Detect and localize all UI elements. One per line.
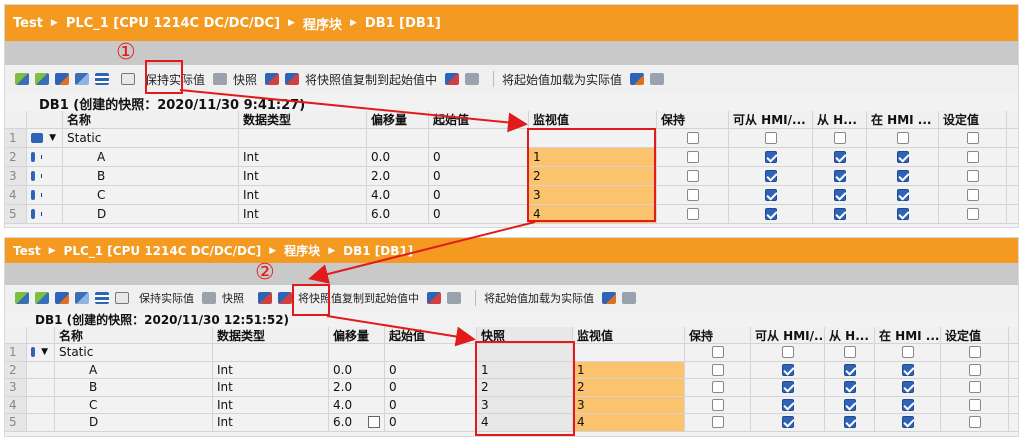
arrow-to-snapshot-button (308, 221, 536, 284)
arrow-to-monitor (179, 89, 528, 133)
arrow-to-snapshot-column (326, 315, 476, 347)
annotation-arrows (179, 89, 536, 347)
